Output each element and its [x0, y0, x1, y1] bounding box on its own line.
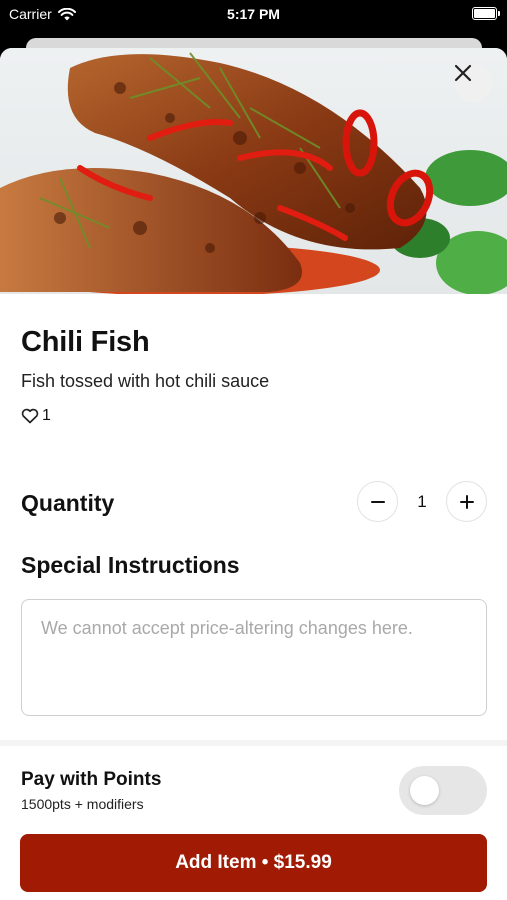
- item-title: Chili Fish: [21, 326, 150, 358]
- pay-with-points-toggle[interactable]: [399, 766, 487, 815]
- checkout-footer: Pay with Points 1500pts + modifiers Add …: [0, 740, 507, 900]
- quantity-label: Quantity: [21, 490, 115, 516]
- pay-with-points-title: Pay with Points: [21, 769, 162, 790]
- status-bar: Carrier 5:17 PM: [0, 0, 507, 30]
- pay-with-points-subtitle: 1500pts + modifiers: [21, 796, 144, 812]
- status-time: 5:17 PM: [227, 6, 280, 22]
- plus-icon: [459, 494, 474, 509]
- like-count: 1: [42, 407, 51, 424]
- item-detail-sheet: Chili Fish Fish tossed with hot chili sa…: [0, 48, 507, 900]
- decrement-button[interactable]: [357, 481, 398, 522]
- quantity-value: 1: [417, 491, 427, 511]
- toggle-knob: [410, 776, 439, 805]
- heart-icon: [21, 408, 39, 424]
- special-instructions-input[interactable]: [21, 599, 487, 716]
- add-item-button[interactable]: Add Item • $15.99: [20, 834, 487, 892]
- fish-dish-illustration: [0, 52, 507, 294]
- battery-icon: [472, 7, 500, 20]
- item-description: Fish tossed with hot chili sauce: [21, 371, 270, 391]
- increment-button[interactable]: [446, 481, 487, 522]
- quantity-stepper: 1: [357, 481, 487, 522]
- minus-icon: [370, 500, 385, 503]
- item-image: [0, 48, 507, 294]
- close-icon: [454, 64, 472, 82]
- like-button[interactable]: 1: [21, 407, 51, 425]
- close-button[interactable]: [454, 64, 492, 102]
- special-instructions-label: Special Instructions: [21, 552, 240, 578]
